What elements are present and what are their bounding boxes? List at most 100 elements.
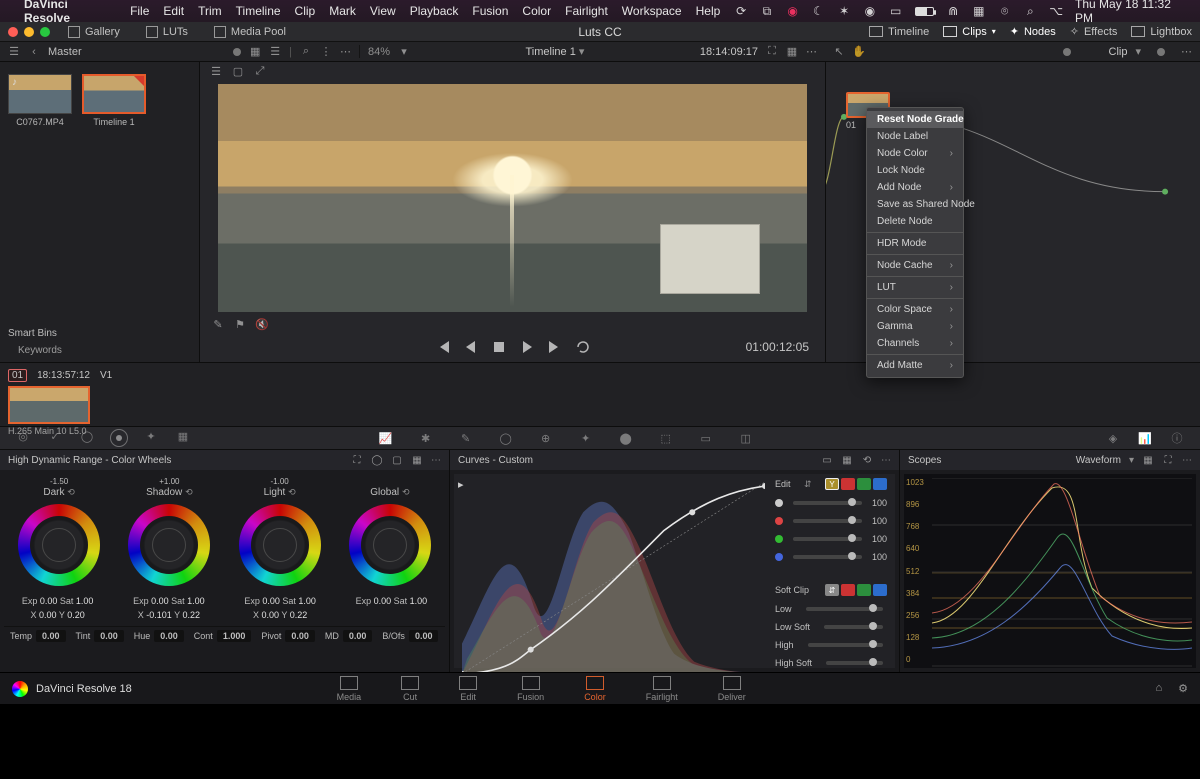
- flag-dot-2-icon[interactable]: [1063, 48, 1071, 56]
- menu-fusion[interactable]: Fusion: [472, 4, 508, 18]
- picker-icon[interactable]: ✎: [212, 318, 224, 330]
- foot-pivot[interactable]: Pivot0.00: [261, 631, 315, 641]
- wheels-kebab-icon[interactable]: ⋯: [431, 455, 441, 466]
- menu-trim[interactable]: Trim: [198, 4, 222, 18]
- chevron-down-icon-4[interactable]: ▾: [1135, 45, 1141, 58]
- hand-icon[interactable]: ✋: [853, 46, 865, 58]
- viewer-arrows-icon[interactable]: ⤢: [254, 65, 266, 77]
- kebab-icon-2[interactable]: ⋯: [806, 45, 817, 58]
- foot-tint[interactable]: Tint0.00: [76, 631, 124, 641]
- wheel-global-expsat[interactable]: Exp 0.00 Sat 1.00: [338, 596, 445, 620]
- pal-colormatch-icon[interactable]: ✓: [46, 429, 64, 443]
- ctx-color-space[interactable]: Color Space: [867, 301, 963, 318]
- menu-timeline[interactable]: Timeline: [236, 4, 281, 18]
- goto-start-icon[interactable]: [435, 339, 451, 355]
- pal-tracking-icon[interactable]: ⊕: [537, 431, 555, 445]
- tab-luts[interactable]: LUTs: [138, 24, 196, 40]
- edit-slider-3[interactable]: 100: [775, 552, 887, 562]
- clip-thumb-1[interactable]: Timeline 1: [82, 74, 146, 127]
- goto-end-icon[interactable]: [547, 339, 563, 355]
- status-bluetooth-icon[interactable]: ✶: [837, 4, 851, 18]
- wheels-zone-icon[interactable]: ◯: [371, 454, 383, 466]
- wheel-dark[interactable]: [18, 504, 100, 586]
- pal-qualifier-icon[interactable]: ✎: [457, 431, 475, 445]
- flag-dot-icon[interactable]: [233, 48, 241, 56]
- viewer-frame[interactable]: [218, 84, 807, 312]
- ctx-save-shared[interactable]: Save as Shared Node: [867, 196, 963, 213]
- pal-curves-icon[interactable]: 📈: [377, 431, 395, 445]
- page-fusion[interactable]: Fusion: [517, 676, 544, 702]
- foot-temp[interactable]: Temp0.00: [10, 631, 66, 641]
- wheel-shadow-expsat[interactable]: Exp 0.00 Sat 1.00X -0.101 Y 0.22: [115, 596, 222, 620]
- page-edit[interactable]: Edit: [459, 676, 477, 702]
- ch-r-icon[interactable]: [841, 478, 855, 490]
- status-moon-icon[interactable]: ☾: [812, 4, 826, 18]
- pal-window-icon[interactable]: ◯: [497, 431, 515, 445]
- chevron-left-icon[interactable]: ‹: [28, 46, 40, 58]
- curves-mode2-icon[interactable]: ▦: [841, 454, 853, 466]
- ctx-node-cache[interactable]: Node Cache: [867, 257, 963, 274]
- wheel-global[interactable]: [349, 504, 431, 586]
- menu-view[interactable]: View: [370, 4, 396, 18]
- pal-info-icon[interactable]: ⓘ: [1168, 431, 1186, 445]
- timeline-name[interactable]: Timeline 1: [525, 46, 575, 58]
- pal-warper-icon[interactable]: ✱: [417, 431, 435, 445]
- status-controlcenter-icon[interactable]: ⌥: [1049, 4, 1063, 18]
- mute-icon[interactable]: 🔇: [256, 318, 268, 330]
- page-media[interactable]: Media: [337, 676, 362, 702]
- flag-dot-3-icon[interactable]: [1157, 48, 1165, 56]
- wheels-expand-icon[interactable]: ⛶: [351, 454, 363, 466]
- sort-icon[interactable]: ⋮: [320, 46, 332, 58]
- foot-hue[interactable]: Hue0.00: [134, 631, 184, 641]
- list-icon[interactable]: ☰: [8, 46, 20, 58]
- page-fairlight[interactable]: Fairlight: [646, 676, 678, 702]
- pal-motion-icon[interactable]: ▦: [174, 429, 192, 443]
- pal-hdr-wheel-icon[interactable]: [110, 429, 128, 447]
- menu-mark[interactable]: Mark: [329, 4, 356, 18]
- reset-light-icon[interactable]: ⟲: [288, 487, 296, 497]
- wheel-dark-expsat[interactable]: Exp 0.00 Sat 1.00X 0.00 Y 0.20: [4, 596, 111, 620]
- search-icon[interactable]: ⌕: [300, 46, 312, 58]
- page-cut[interactable]: Cut: [401, 676, 419, 702]
- battery-icon[interactable]: [915, 7, 935, 16]
- pal-rgb-mixer-icon[interactable]: ✦: [142, 429, 160, 443]
- chevron-down-icon-5[interactable]: ▾: [1129, 455, 1134, 466]
- node-mode[interactable]: Clip: [1109, 46, 1128, 58]
- play-icon[interactable]: [519, 339, 535, 355]
- pal-blur-icon[interactable]: ⬤: [617, 431, 635, 445]
- toggle-effects[interactable]: ✧Effects: [1070, 25, 1118, 38]
- wheel-light[interactable]: [239, 504, 321, 586]
- pal-scopes-icon[interactable]: 📊: [1136, 431, 1154, 445]
- pal-key-icon[interactable]: ⬚: [657, 431, 675, 445]
- ctx-gamma[interactable]: Gamma: [867, 318, 963, 335]
- toggle-lightbox[interactable]: Lightbox: [1131, 25, 1192, 38]
- expand-icon[interactable]: ⛶: [766, 46, 778, 58]
- view-thumb-icon[interactable]: ▦: [249, 46, 261, 58]
- settings-gear-icon[interactable]: ⚙: [1178, 682, 1188, 695]
- menu-workspace[interactable]: Workspace: [622, 4, 682, 18]
- status-record-icon[interactable]: ◉: [863, 4, 877, 18]
- reset-shadow-icon[interactable]: ⟲: [185, 487, 193, 497]
- ctx-reset-node-grade[interactable]: Reset Node Grade: [867, 111, 963, 128]
- menu-file[interactable]: File: [130, 4, 149, 18]
- pal-3d-icon[interactable]: ◫: [737, 431, 755, 445]
- status-input-icon[interactable]: ▦: [972, 4, 986, 18]
- close-window-icon[interactable]: [8, 27, 18, 37]
- status-search-icon[interactable]: ⌕: [1023, 4, 1037, 18]
- menu-playback[interactable]: Playback: [410, 4, 459, 18]
- pointer-icon[interactable]: ↖: [833, 46, 845, 58]
- chevron-down-icon-2[interactable]: ▾: [398, 46, 410, 58]
- tab-gallery[interactable]: Gallery: [60, 24, 128, 40]
- edit-slider-0[interactable]: 100: [775, 498, 887, 508]
- sc-high[interactable]: High: [775, 640, 887, 650]
- menu-color[interactable]: Color: [522, 4, 551, 18]
- ch-y-icon[interactable]: Y: [825, 478, 839, 490]
- menu-edit[interactable]: Edit: [163, 4, 184, 18]
- zoom-window-icon[interactable]: [40, 27, 50, 37]
- wheels-opt2-icon[interactable]: ▦: [411, 454, 423, 466]
- scopes-expand-icon[interactable]: ⛶: [1162, 454, 1174, 466]
- menu-help[interactable]: Help: [696, 4, 721, 18]
- viewer-list-icon[interactable]: ☰: [210, 65, 222, 77]
- wheel-light-expsat[interactable]: Exp 0.00 Sat 1.00X 0.00 Y 0.22: [227, 596, 334, 620]
- breadcrumb-master[interactable]: Master: [48, 46, 82, 58]
